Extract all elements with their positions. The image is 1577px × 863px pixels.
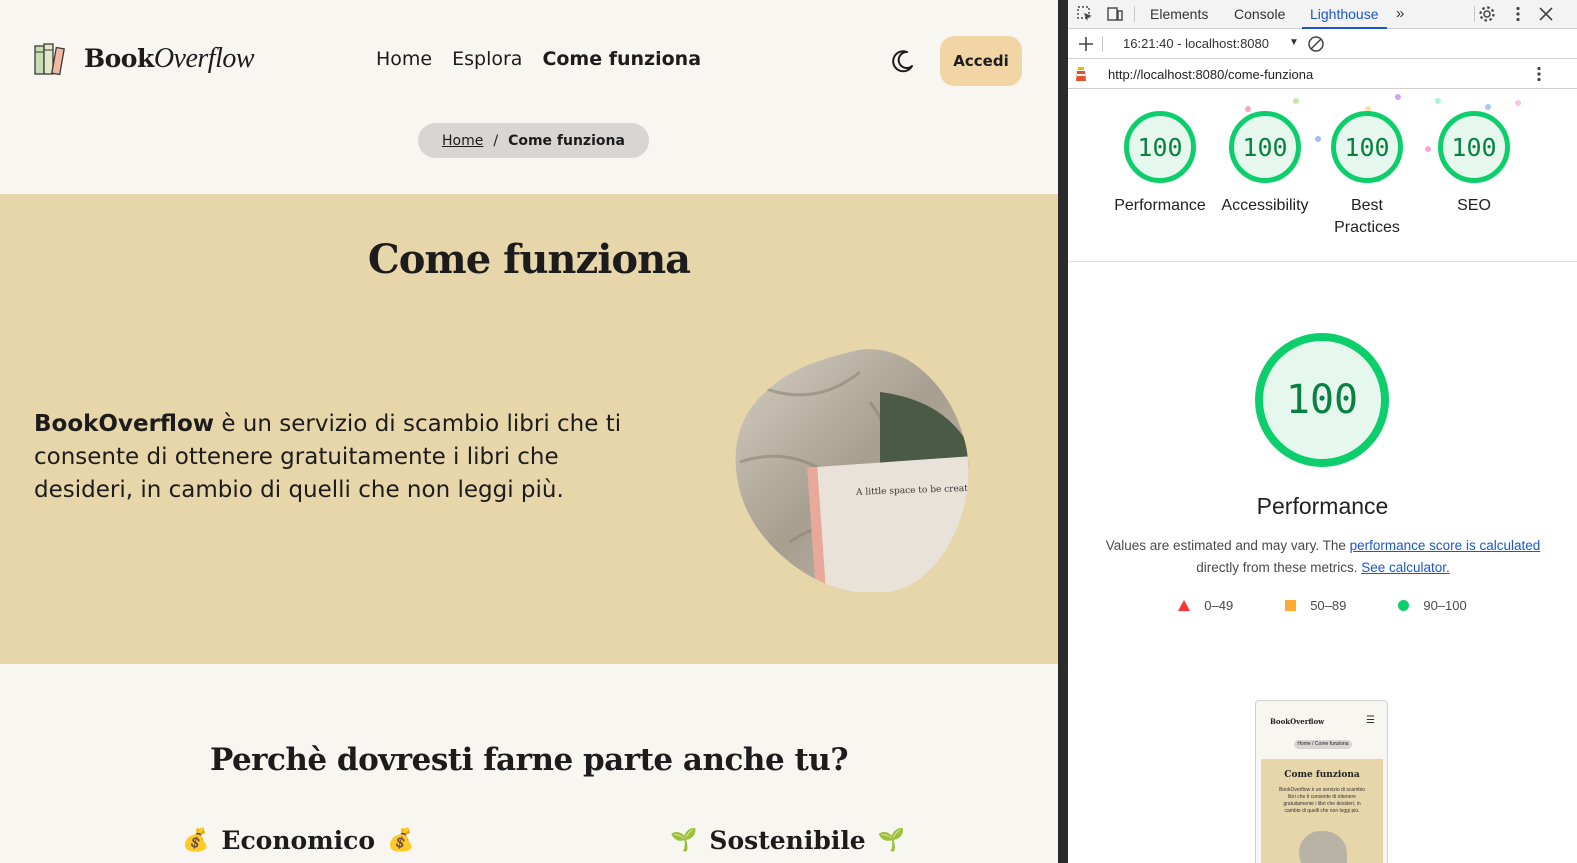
section-title: Perchè dovresti farne parte anche tu? (209, 742, 849, 778)
hero-description: BookOverflow è un servizio di scambio li… (34, 411, 622, 503)
tab-elements[interactable]: Elements (1150, 0, 1208, 29)
green-circle-icon (1398, 600, 1410, 611)
audited-url-bar: http://localhost:8080/come-funziona (1068, 59, 1577, 89)
logo-text: BookOverflow (84, 43, 255, 74)
devtools-splitter[interactable] (1058, 0, 1068, 863)
thumbnail-breadcrumb: Home / Come funziona (1294, 740, 1352, 749)
breadcrumb-home-link[interactable]: Home (442, 133, 483, 149)
device-toolbar-icon[interactable] (1106, 5, 1124, 23)
money-bag-icon: 💰 (387, 828, 415, 853)
nav-home-link[interactable]: Home (376, 48, 432, 70)
breadcrumb: Home / Come funziona (418, 123, 649, 158)
gauge-accessibility[interactable]: 100 Accessibility (1210, 111, 1320, 217)
gauge-label: Performance (1114, 197, 1206, 214)
main-nav: Home Esplora Come funziona (376, 48, 701, 70)
feature-sostenibile: 🌱 Sostenibile 🌱 (670, 826, 905, 855)
feature-label: Sostenibile (709, 826, 866, 855)
breadcrumb-current: Come funziona (508, 132, 625, 149)
gauge-performance[interactable]: 100 Performance (1110, 111, 1210, 217)
category-title: Performance (1256, 493, 1389, 519)
hero-book-image: A little space to be creative (735, 349, 969, 592)
breadcrumb-separator: / (493, 132, 499, 149)
thumbnail-title: Come funziona (1284, 770, 1360, 780)
thumbnail-text: BookOverflow è un servizio di scambio li… (1279, 787, 1365, 814)
toolbar-divider (1134, 6, 1135, 22)
moon-icon[interactable] (890, 48, 916, 74)
login-button[interactable]: Accedi (940, 36, 1022, 86)
legend-average: 50–89 (1285, 598, 1346, 613)
inspect-element-icon[interactable] (1076, 5, 1094, 23)
chevron-down-icon[interactable]: ▼ (1289, 37, 1299, 48)
thumbnail-image (1299, 831, 1347, 863)
gauge-label: Best Practices (1334, 197, 1400, 236)
nav-how-it-works-link[interactable]: Come funziona (542, 48, 701, 70)
money-bag-icon: 💰 (182, 828, 210, 853)
report-selector[interactable]: 16:21:40 - localhost:8080 (1123, 36, 1269, 51)
audited-url[interactable]: http://localhost:8080/come-funziona (1108, 67, 1313, 82)
plus-icon[interactable] (1077, 35, 1095, 53)
score-ring: 100 (1438, 111, 1510, 183)
feature-economico: 💰 Economico 💰 (182, 826, 414, 855)
toolbar-divider (1102, 36, 1103, 52)
website-viewport: BookOverflow Home Esplora Come funziona … (0, 0, 1058, 863)
legend-pass: 90–100 (1398, 598, 1467, 613)
toolbar-divider (1474, 6, 1475, 22)
gear-icon[interactable] (1478, 5, 1496, 23)
gauge-best-practices[interactable]: 100 Best Practices (1324, 111, 1410, 239)
score-legend: 0–49 50–89 90–100 (1068, 598, 1577, 613)
page-screenshot-thumbnail[interactable]: BookOverflow ☰ Home / Come funziona Come… (1255, 700, 1388, 863)
gauge-seo[interactable]: 100 SEO (1424, 111, 1524, 217)
seedling-icon: 🌱 (877, 828, 906, 853)
clear-block-icon[interactable] (1307, 35, 1325, 53)
navbar: BookOverflow Home Esplora Come funziona … (0, 0, 1058, 122)
score-calculation-link[interactable]: performance score is calculated (1350, 538, 1541, 553)
score-gauges: 100 Performance 100 Accessibility 100 Be… (1068, 89, 1577, 262)
more-tabs-chevron-icon[interactable]: » (1396, 0, 1404, 29)
thumbnail-hero: Come funziona BookOverflow è un servizio… (1261, 759, 1383, 863)
performance-main-gauge: 100 (1255, 333, 1389, 467)
feature-label: Economico (221, 826, 376, 855)
nav-explore-link[interactable]: Esplora (452, 48, 522, 70)
more-options-icon[interactable] (1530, 65, 1548, 83)
close-icon[interactable] (1537, 5, 1555, 23)
more-options-icon[interactable] (1509, 5, 1527, 23)
devtools-panel: Elements Console Lighthouse » 16:21:40 -… (1068, 0, 1577, 863)
seedling-icon: 🌱 (670, 828, 698, 853)
score-ring: 100 (1124, 111, 1196, 183)
tab-console[interactable]: Console (1234, 0, 1285, 29)
books-logo-icon (34, 43, 65, 76)
score-ring: 100 (1229, 111, 1301, 183)
orange-square-icon (1285, 600, 1297, 611)
score-ring: 100 (1331, 111, 1403, 183)
see-calculator-link[interactable]: See calculator. (1361, 560, 1450, 575)
red-triangle-icon (1178, 600, 1191, 611)
page-title: Come funziona (367, 236, 691, 283)
score-description: Values are estimated and may vary. The p… (1105, 538, 1541, 575)
lighthouse-toolbar: 16:21:40 - localhost:8080 ▼ (1068, 29, 1577, 59)
hamburger-menu-icon: ☰ (1366, 715, 1375, 726)
devtools-tabbar: Elements Console Lighthouse » (1068, 0, 1577, 29)
gauge-label: SEO (1457, 197, 1491, 214)
hero-section: Come funziona BookOverflow è un servizio… (0, 194, 1058, 664)
tab-lighthouse[interactable]: Lighthouse (1302, 0, 1387, 29)
logo[interactable]: BookOverflow (32, 40, 255, 78)
thumbnail-logo: BookOverflow (1270, 717, 1325, 726)
lighthouse-logo-icon (1076, 67, 1086, 81)
legend-fail: 0–49 (1178, 598, 1233, 613)
gauge-label: Accessibility (1221, 197, 1309, 214)
